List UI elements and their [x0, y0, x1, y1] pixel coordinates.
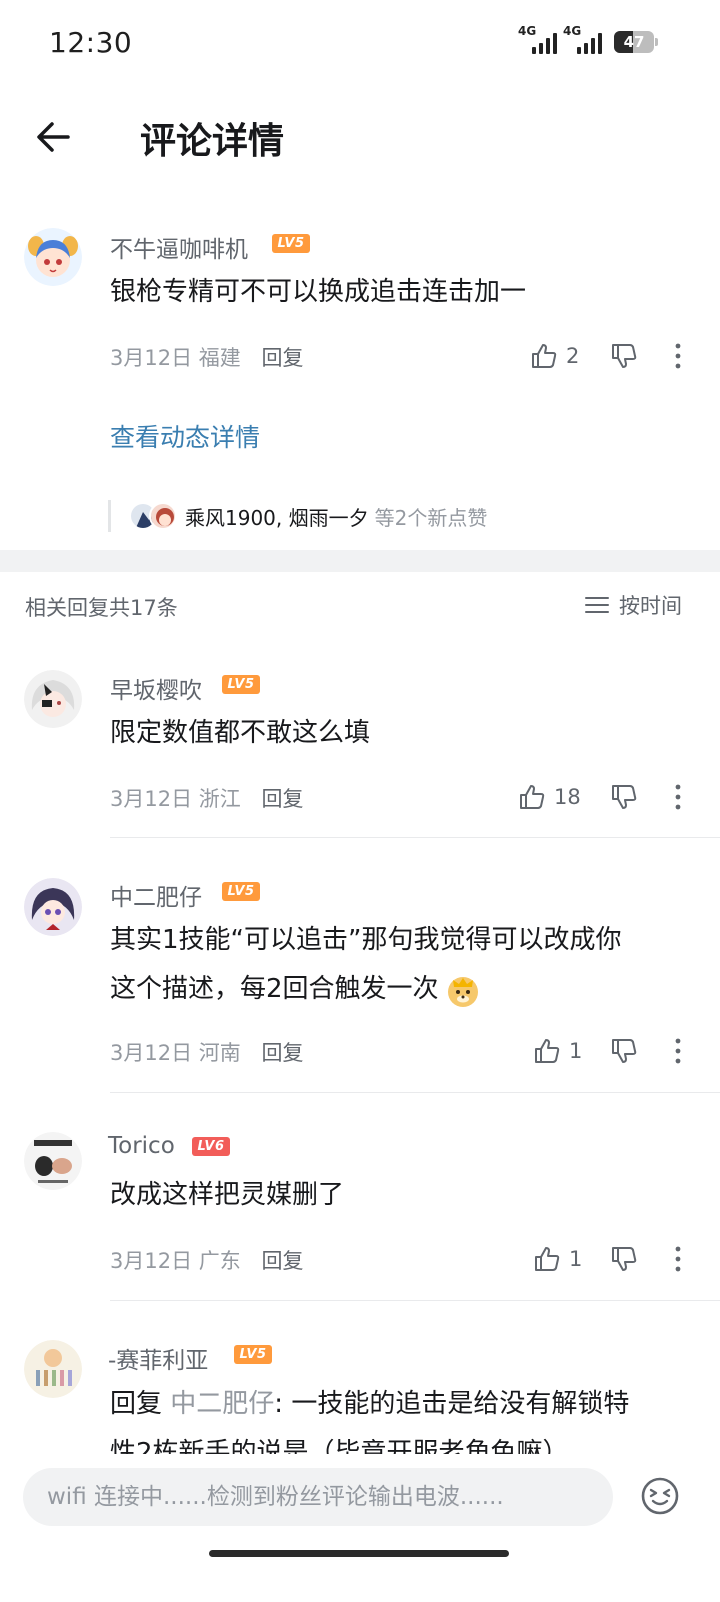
page-title: 评论详情: [140, 121, 285, 162]
like-button[interactable]: 18: [518, 782, 581, 812]
divider: [110, 1300, 720, 1301]
list-icon: [585, 597, 609, 613]
thumbs-up-icon: [535, 1247, 560, 1271]
dislike-button[interactable]: [610, 783, 640, 813]
dislike-button[interactable]: [610, 1037, 640, 1067]
avatar[interactable]: [24, 878, 82, 936]
level-badge: LV5: [222, 882, 260, 901]
thumbs-down-icon: [612, 1247, 637, 1271]
thumbs-down-icon: [612, 785, 637, 809]
view-dynamic-link[interactable]: 查看动态详情: [110, 418, 260, 454]
reply-button[interactable]: 回复: [261, 787, 303, 811]
reply-meta: 3月12日 广东 回复: [110, 1245, 303, 1275]
liked-by-suffix: 等2个新点赞: [374, 505, 488, 530]
like-count: 18: [554, 785, 581, 809]
like-button[interactable]: 1: [533, 1244, 582, 1274]
replies-count: 相关回复共17条: [25, 596, 178, 620]
more-options-button[interactable]: [668, 783, 688, 813]
status-bar: 12:30 4G 4G 47: [0, 0, 720, 90]
reply-date: 3月12日: [110, 787, 193, 811]
status-time: 12:30: [49, 26, 133, 59]
reply-text-content: : 一技能的追击是给没有解锁特: [274, 1389, 630, 1419]
home-indicator[interactable]: [209, 1550, 509, 1557]
reply-text-line-1: 其实1技能“可以追击”那句我觉得可以改成你: [110, 925, 622, 955]
header: 评论详情: [0, 90, 720, 190]
reply-meta: 3月12日 河南 回复: [110, 1037, 303, 1067]
reply-button[interactable]: 回复: [261, 1249, 303, 1273]
more-vertical-icon: [675, 1038, 681, 1064]
level-badge: LV5: [234, 1345, 272, 1364]
comment-location: 福建: [198, 346, 241, 370]
level-badge: LV5: [222, 675, 260, 694]
reply-button[interactable]: 回复: [261, 1041, 303, 1065]
more-options-button[interactable]: [668, 1245, 688, 1275]
avatar[interactable]: [24, 670, 82, 728]
level-badge: LV6: [192, 1137, 230, 1156]
comment-date: 3月12日: [110, 346, 193, 370]
comment-input[interactable]: wifi 连接中......检测到粉丝评论输出电波......: [23, 1468, 613, 1526]
divider: [110, 1092, 720, 1093]
reply-text: 改成这样把灵媒删了: [110, 1180, 345, 1210]
reply-text: 限定数值都不敢这么填: [110, 718, 371, 748]
emoji-face-icon: [641, 1477, 679, 1515]
arrow-left-icon: [37, 122, 70, 152]
signal-1-icon: 4G: [518, 24, 562, 56]
reply-location: 广东: [198, 1249, 241, 1273]
avatar[interactable]: [24, 228, 82, 286]
reply-location: 河南: [198, 1041, 241, 1065]
reply-date: 3月12日: [110, 1249, 193, 1273]
back-button[interactable]: [30, 112, 80, 162]
dislike-button[interactable]: [610, 342, 640, 372]
more-options-button[interactable]: [668, 1037, 688, 1067]
reply-prefix: 回复: [110, 1389, 163, 1419]
sort-button[interactable]: 按时间: [585, 590, 682, 620]
like-count: 1: [569, 1039, 583, 1063]
reply-username[interactable]: 中二肥仔: [110, 878, 202, 912]
avatar[interactable]: [24, 1340, 82, 1398]
like-button[interactable]: 1: [533, 1036, 582, 1066]
more-vertical-icon: [675, 343, 681, 369]
like-button[interactable]: 2: [530, 341, 579, 371]
more-options-button[interactable]: [668, 342, 688, 372]
thumbs-up-icon: [520, 785, 545, 809]
reply-username[interactable]: 早坂樱吹: [110, 671, 202, 705]
liked-by-names: 乘风1900, 烟雨一夕: [185, 505, 369, 530]
reply-username[interactable]: Torico: [108, 1133, 175, 1159]
thumbs-down-icon: [612, 344, 637, 368]
comment-input-bar: wifi 连接中......检测到粉丝评论输出电波......: [0, 1454, 720, 1602]
like-count: 2: [566, 344, 580, 368]
section-divider: [0, 550, 720, 572]
comment-username[interactable]: 不牛逼咖啡机: [110, 230, 248, 264]
liked-by-row[interactable]: 乘风1900, 烟雨一夕 等2个新点赞: [108, 500, 487, 532]
reply-location: 浙江: [198, 787, 241, 811]
comment-text: 银枪专精可不可以换成追击连击加一: [110, 277, 527, 307]
doge-emoji-icon: [447, 976, 478, 1007]
reply-text-line-1: 回复 中二肥仔: 一技能的追击是给没有解锁特: [110, 1380, 629, 1429]
more-vertical-icon: [675, 1246, 681, 1272]
reply-meta: 3月12日 浙江 回复: [110, 783, 303, 813]
thumbs-down-icon: [612, 1039, 637, 1063]
reply-text-line-2: 这个描述，每2回合触发一次: [110, 965, 481, 1014]
divider: [110, 837, 720, 838]
avatar[interactable]: [24, 1132, 82, 1190]
liker-avatar: [149, 502, 177, 530]
level-badge: LV5: [272, 234, 310, 253]
battery-icon: 47: [614, 31, 658, 53]
reply-button[interactable]: 回复: [261, 346, 303, 370]
like-count: 1: [569, 1247, 583, 1271]
thumbs-up-icon: [532, 344, 557, 368]
reply-date: 3月12日: [110, 1041, 193, 1065]
reply-username[interactable]: -赛菲利亚: [108, 1341, 208, 1375]
emoji-button[interactable]: [640, 1476, 680, 1516]
more-vertical-icon: [675, 784, 681, 810]
dislike-button[interactable]: [610, 1245, 640, 1275]
reply-text-line-2-content: 这个描述，每2回合触发一次: [110, 974, 439, 1004]
mention-link[interactable]: 中二肥仔: [170, 1389, 274, 1419]
comment-meta: 3月12日 福建 回复: [110, 342, 303, 372]
thumbs-up-icon: [535, 1039, 560, 1063]
sort-label: 按时间: [619, 594, 682, 618]
signal-2-icon: 4G: [563, 24, 607, 56]
